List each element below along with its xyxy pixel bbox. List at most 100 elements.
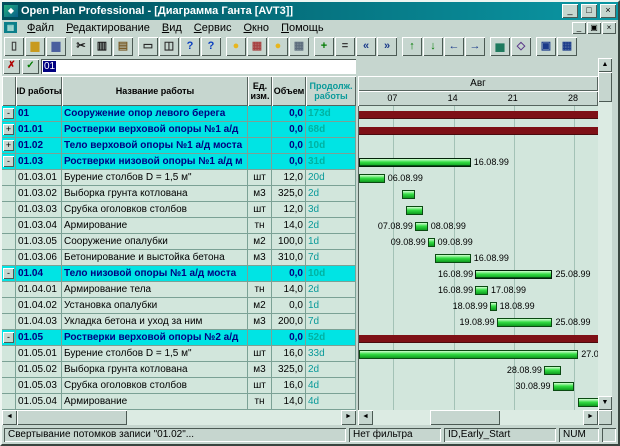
- save-button[interactable]: ▆: [46, 37, 66, 56]
- outdent-button[interactable]: «: [356, 37, 376, 56]
- table-row[interactable]: 01.03.04Армированиетн14,02d: [2, 218, 356, 234]
- menu-item-file[interactable]: Файл: [21, 21, 60, 35]
- table-row[interactable]: +01.02Тело верховой опоры №1 а/д моста0,…: [2, 138, 356, 154]
- cut-button[interactable]: ✂: [71, 37, 91, 56]
- menu-item-edit[interactable]: Редактирование: [60, 21, 156, 35]
- gantt-bar[interactable]: [406, 206, 423, 215]
- collapse-button[interactable]: -: [3, 332, 14, 343]
- table-row[interactable]: -01.03Ростверки низовой опоры №1 а/д м0,…: [2, 154, 356, 170]
- chart-horizontal-scrollbar[interactable]: ◄ ►: [358, 410, 598, 425]
- gantt-bar[interactable]: [402, 190, 415, 199]
- vertical-scroll-thumb[interactable]: [598, 72, 612, 102]
- header-duration[interactable]: Продолж. работы: [306, 76, 356, 106]
- gantt-bar[interactable]: [490, 302, 497, 311]
- gantt-bar[interactable]: [428, 238, 435, 247]
- gantt-bar[interactable]: [497, 318, 553, 327]
- gantt-bar[interactable]: [578, 398, 598, 407]
- table-row[interactable]: 01.04.01Армирование телатн14,02d: [2, 282, 356, 298]
- gantt-bar[interactable]: [359, 158, 471, 167]
- close-button[interactable]: ×: [600, 4, 616, 18]
- table-row[interactable]: 01.05.04Армированиетн14,04d: [2, 394, 356, 410]
- chart-scroll-right-button[interactable]: ►: [583, 410, 598, 425]
- menu-item-window[interactable]: Окно: [237, 21, 275, 35]
- indent-button[interactable]: »: [377, 37, 397, 56]
- table-row[interactable]: 01.03.01Бурение столбов D = 1,5 м"шт12,0…: [2, 170, 356, 186]
- calculate-button[interactable]: ▦: [289, 37, 309, 56]
- gantt-bar[interactable]: [359, 127, 598, 134]
- scroll-up-button[interactable]: ▲: [598, 58, 612, 72]
- menu-item-tools[interactable]: Сервис: [188, 21, 238, 35]
- table-row[interactable]: -01.05Ростверки верховой опоры №2 а/д0,0…: [2, 330, 356, 346]
- minimize-button[interactable]: _: [562, 4, 578, 18]
- expand-all-button[interactable]: →: [465, 37, 485, 56]
- header-task-id[interactable]: ID работы: [16, 76, 62, 106]
- print-preview-button[interactable]: ◫: [159, 37, 179, 56]
- gantt-bar[interactable]: [475, 286, 488, 295]
- gantt-bar[interactable]: [475, 270, 552, 279]
- clock-button[interactable]: ●: [268, 37, 288, 56]
- maximize-button[interactable]: □: [581, 4, 597, 18]
- record-id-input[interactable]: 01: [41, 59, 356, 74]
- collapse-button[interactable]: -: [3, 268, 14, 279]
- table-row[interactable]: 01.03.03Срубка оголовков столбовшт12,03d: [2, 202, 356, 218]
- table-row[interactable]: 01.05.02Выборка грунта котлованам3325,02…: [2, 362, 356, 378]
- move-up-button[interactable]: ↑: [402, 37, 422, 56]
- gantt-bar[interactable]: [415, 222, 428, 231]
- child-close-button[interactable]: ×: [602, 22, 616, 34]
- header-volume[interactable]: Объем: [272, 76, 306, 106]
- table-row[interactable]: +01.01Ростверки верховой опоры №1 а/д0,0…: [2, 122, 356, 138]
- table-view-button[interactable]: ▦: [557, 37, 577, 56]
- gantt-bar[interactable]: [359, 335, 598, 342]
- header-task-name[interactable]: Название работы: [62, 76, 248, 106]
- gantt-bar[interactable]: [553, 382, 575, 391]
- collapse-button[interactable]: -: [3, 108, 14, 119]
- child-minimize-button[interactable]: _: [572, 22, 586, 34]
- new-button[interactable]: ▯: [4, 37, 24, 56]
- gantt-bar[interactable]: [544, 366, 561, 375]
- chart-scroll-thumb[interactable]: [430, 410, 500, 425]
- table-row[interactable]: -01Сооружение опор левого берега0,0173d: [2, 106, 356, 122]
- menu-item-help[interactable]: Помощь: [275, 21, 330, 35]
- paste-button[interactable]: ▤: [113, 37, 133, 56]
- print-button[interactable]: ▭: [138, 37, 158, 56]
- table-row[interactable]: 01.05.01Бурение столбов D = 1,5 м"шт16,0…: [2, 346, 356, 362]
- child-restore-button[interactable]: ▣: [587, 22, 601, 34]
- gantt-bar[interactable]: [359, 111, 598, 118]
- add-task-button[interactable]: +: [314, 37, 334, 56]
- confirm-edit-button[interactable]: ✓: [22, 59, 39, 74]
- time-now-button[interactable]: ●: [226, 37, 246, 56]
- copy-button[interactable]: ▥: [92, 37, 112, 56]
- gantt-bar[interactable]: [359, 350, 578, 359]
- calendar-button[interactable]: ▦: [247, 37, 267, 56]
- gantt-bar[interactable]: [359, 174, 385, 183]
- chart-vertical-scrollbar[interactable]: ▲ ▼: [598, 58, 612, 410]
- cancel-edit-button[interactable]: ✗: [3, 59, 20, 74]
- gantt-bar[interactable]: [435, 254, 471, 263]
- table-row[interactable]: 01.03.05Сооружение опалубким2100,01d: [2, 234, 356, 250]
- table-row[interactable]: 01.05.03Срубка оголовков столбовшт16,04d: [2, 378, 356, 394]
- move-down-button[interactable]: ↓: [423, 37, 443, 56]
- titlebar[interactable]: ◆ Open Plan Professional - [Диаграмма Га…: [2, 2, 618, 20]
- expand-button[interactable]: +: [3, 140, 14, 151]
- table-scroll-left-button[interactable]: ◄: [2, 410, 17, 425]
- scroll-down-button[interactable]: ▼: [598, 396, 612, 410]
- header-unit[interactable]: Ед. изм.: [248, 76, 272, 106]
- table-row[interactable]: 01.03.02Выборка грунта котлованам3325,02…: [2, 186, 356, 202]
- collapse-button[interactable]: -: [3, 156, 14, 167]
- table-row[interactable]: 01.04.03Укладка бетона и уход за нимм320…: [2, 314, 356, 330]
- table-scroll-right-button[interactable]: ►: [341, 410, 356, 425]
- open-button[interactable]: ▆: [25, 37, 45, 56]
- table-row[interactable]: -01.04Тело низовой опоры №1 а/д моста0,0…: [2, 266, 356, 282]
- collapse-all-button[interactable]: ←: [444, 37, 464, 56]
- link-tasks-button[interactable]: =: [335, 37, 355, 56]
- table-horizontal-scrollbar[interactable]: ◄ ►: [2, 410, 356, 425]
- network-view-button[interactable]: ◇: [511, 37, 531, 56]
- menu-item-view[interactable]: Вид: [156, 21, 188, 35]
- table-scroll-thumb[interactable]: [17, 410, 127, 425]
- table-row[interactable]: 01.03.06Бетонирование и выстойка бетонам…: [2, 250, 356, 266]
- table-row[interactable]: 01.04.02Установка опалубким20,01d: [2, 298, 356, 314]
- screen-button[interactable]: ▣: [536, 37, 556, 56]
- context-help-button[interactable]: ?: [201, 37, 221, 56]
- gantt-view-button[interactable]: ▅: [490, 37, 510, 56]
- expand-button[interactable]: +: [3, 124, 14, 135]
